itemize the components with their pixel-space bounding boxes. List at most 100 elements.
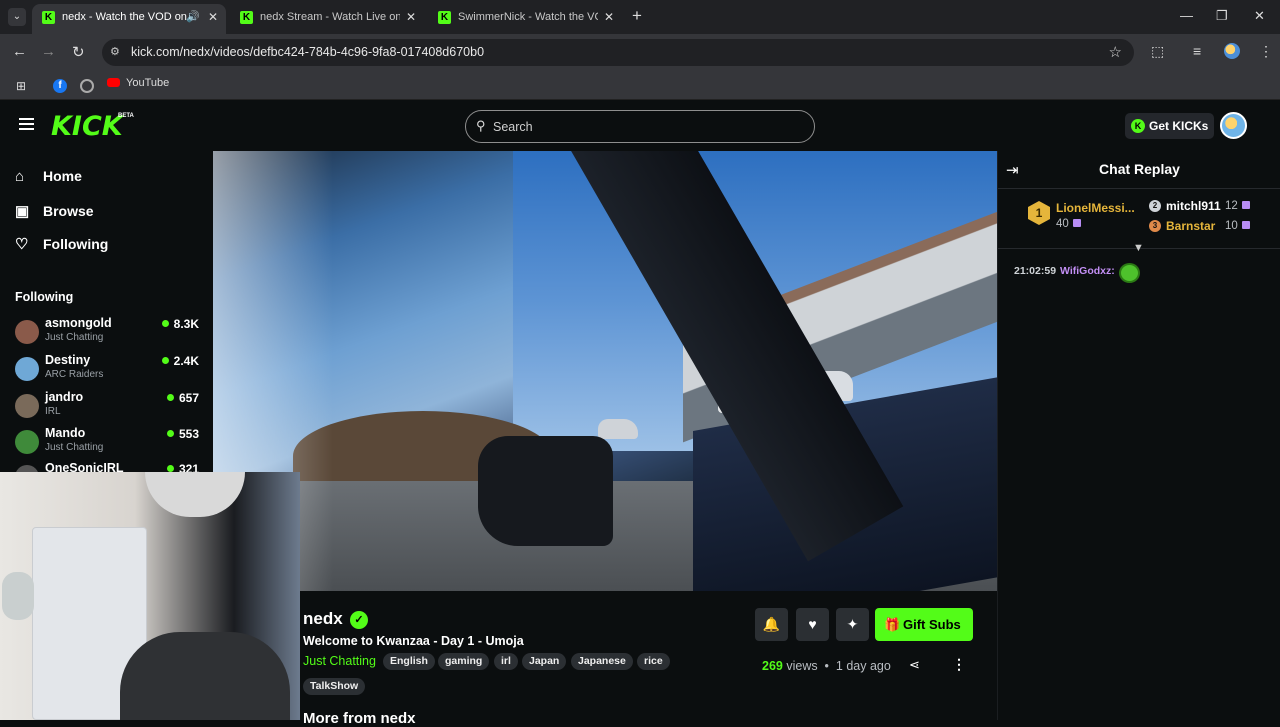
menu-icon[interactable] (19, 118, 34, 130)
tag[interactable]: Japanese (571, 653, 633, 670)
video-age: 1 day ago (835, 659, 891, 673)
nav-home[interactable]: ⌂ Home (15, 168, 82, 190)
youtube-bookmark[interactable]: YouTube (107, 77, 169, 89)
bookmark-star-icon[interactable]: ☆ (1109, 43, 1122, 61)
close-window-button[interactable]: ✕ (1254, 8, 1265, 24)
user-avatar[interactable] (1220, 112, 1247, 139)
gift-count: 40 (1056, 218, 1069, 230)
url-text[interactable]: kick.com/nedx/videos/defbc424-784b-4c96-… (131, 45, 484, 59)
search-bar[interactable]: ⚲ (465, 110, 815, 143)
top-gifters: 1 LionelMessi... 40 2 mitchl911 12 3 Bar… (998, 189, 1280, 249)
gift-count: 10 (1225, 220, 1238, 232)
tag[interactable]: TalkShow (303, 678, 366, 695)
video-player[interactable] (213, 151, 997, 591)
nav-browse[interactable]: ▣ Browse (15, 202, 94, 224)
views-label: views (786, 659, 818, 673)
url-field[interactable]: ⚙ kick.com/nedx/videos/defbc424-784b-4c9… (102, 39, 1134, 66)
speaker-icon[interactable]: 🔊 (186, 4, 200, 30)
tag[interactable]: rice (637, 653, 670, 670)
youtube-bookmark-label: YouTube (126, 77, 170, 89)
viewer-count: 2.4K (162, 354, 199, 368)
maximize-button[interactable]: ❐ (1216, 8, 1228, 24)
browse-icon: ▣ (15, 203, 30, 220)
notification-bell-button[interactable]: 🔔 (755, 608, 788, 641)
kick-logo[interactable]: KICK (51, 111, 123, 142)
tab-search-button[interactable]: ⌄ (8, 8, 26, 26)
nav-browse-label: Browse (43, 203, 94, 219)
back-icon[interactable]: ← (12, 43, 27, 60)
media-control-icon[interactable]: ≡ (1193, 43, 1201, 59)
channel-category: ARC Raiders (45, 369, 104, 380)
heart-icon: ♡ (15, 236, 29, 253)
channel-name-link[interactable]: nedx (303, 609, 343, 629)
youtube-icon (107, 78, 120, 87)
gifter-count: 10 (1225, 220, 1250, 232)
close-tab-icon[interactable]: ✕ (406, 4, 416, 30)
nav-home-label: Home (43, 168, 82, 184)
new-tab-button[interactable]: + (632, 6, 642, 26)
get-kicks-label: Get KICKs (1149, 119, 1209, 133)
gift-icon (1072, 219, 1081, 227)
webcam-helmet (145, 472, 245, 517)
tab-title: nedx - Watch the VOD on K (62, 11, 187, 23)
viewer-count: 8.3K (162, 317, 199, 331)
channel-category: Just Chatting (45, 442, 104, 453)
home-icon: ⌂ (15, 168, 25, 185)
minimize-button[interactable]: — (1180, 8, 1193, 23)
rank-badge-icon: 3 (1149, 220, 1161, 232)
following-channel-mando[interactable]: Mando Just Chatting 553 (15, 425, 203, 459)
profile-avatar-icon[interactable] (1224, 43, 1240, 59)
following-channel-asmongold[interactable]: asmongold Just Chatting 8.3K (15, 315, 203, 349)
video-stats: 269 views • 1 day ago (762, 659, 891, 673)
tab-nedx-stream[interactable]: K nedx Stream - Watch Live on Ki ✕ (230, 4, 424, 34)
globe-bookmark-icon[interactable] (80, 79, 94, 93)
forward-icon[interactable]: → (41, 43, 56, 60)
gifter-name[interactable]: LionelMessi... (1056, 201, 1135, 215)
tag[interactable]: English (383, 653, 435, 670)
bookmarks-bar: ⊞ f YouTube (0, 71, 1280, 100)
get-kicks-button[interactable]: K Get KICKs (1125, 113, 1214, 139)
tag[interactable]: Japan (522, 653, 567, 670)
tag[interactable]: irl (494, 653, 518, 670)
chat-message: 21:02:59 WifiGodxz: (1014, 265, 1115, 277)
views-count: 269 (762, 659, 783, 673)
search-input[interactable] (493, 117, 793, 137)
gift-subs-button[interactable]: 🎁 Gift Subs (875, 608, 973, 641)
close-tab-icon[interactable]: ✕ (604, 4, 614, 30)
channel-category: Just Chatting (45, 332, 104, 343)
extensions-icon[interactable]: ⬚ (1151, 43, 1164, 60)
gifter-name[interactable]: mitchl911 (1166, 199, 1221, 213)
gift-icon (1241, 201, 1250, 209)
following-channel-jandro[interactable]: jandro IRL 657 (15, 389, 203, 423)
tab-title: nedx Stream - Watch Live on Ki (260, 11, 400, 23)
tab-swimmernick-vod[interactable]: K SwimmerNick - Watch the VOD ✕ (428, 4, 622, 34)
category-link[interactable]: Just Chatting (303, 654, 376, 668)
sparkle-button[interactable]: ✦ (836, 608, 869, 641)
video-frame-car (598, 419, 638, 439)
site-info-icon[interactable]: ⚙ (110, 45, 120, 58)
share-icon[interactable]: ⋖ (909, 657, 920, 673)
message-user[interactable]: WifiGodxz: (1060, 265, 1115, 277)
tab-nedx-vod[interactable]: K nedx - Watch the VOD on K 🔊 ✕ (32, 4, 226, 34)
close-tab-icon[interactable]: ✕ (208, 4, 218, 30)
nav-following[interactable]: ♡ Following (15, 235, 108, 257)
following-heading: Following (15, 290, 74, 304)
video-frame-mirror (478, 436, 613, 546)
tag[interactable]: gaming (438, 653, 490, 670)
expand-gifters-icon[interactable]: ▼ (1133, 242, 1144, 254)
browser-menu-icon[interactable]: ⋮ (1259, 43, 1273, 60)
chat-panel: ⇥ Chat Replay 1 LionelMessi... 40 2 mitc… (997, 151, 1280, 720)
sparkle-icon: ✦ (846, 616, 859, 632)
facebook-bookmark-icon[interactable]: f (53, 79, 67, 93)
apps-grid-icon[interactable]: ⊞ (16, 79, 26, 93)
more-options-icon[interactable]: ⋮ (952, 656, 966, 673)
follow-button[interactable]: ♥ (796, 608, 829, 641)
reload-icon[interactable]: ↻ (72, 43, 85, 61)
gifter-name[interactable]: Barnstar (1166, 219, 1215, 233)
avatar (15, 320, 39, 344)
address-bar: ← → ↻ ⚙ kick.com/nedx/videos/defbc424-78… (0, 34, 1280, 71)
kicks-coin-icon: K (1131, 119, 1145, 133)
following-channel-destiny[interactable]: Destiny ARC Raiders 2.4K (15, 352, 203, 386)
channel-name: jandro (45, 390, 84, 404)
verified-icon: ✓ (350, 611, 368, 629)
